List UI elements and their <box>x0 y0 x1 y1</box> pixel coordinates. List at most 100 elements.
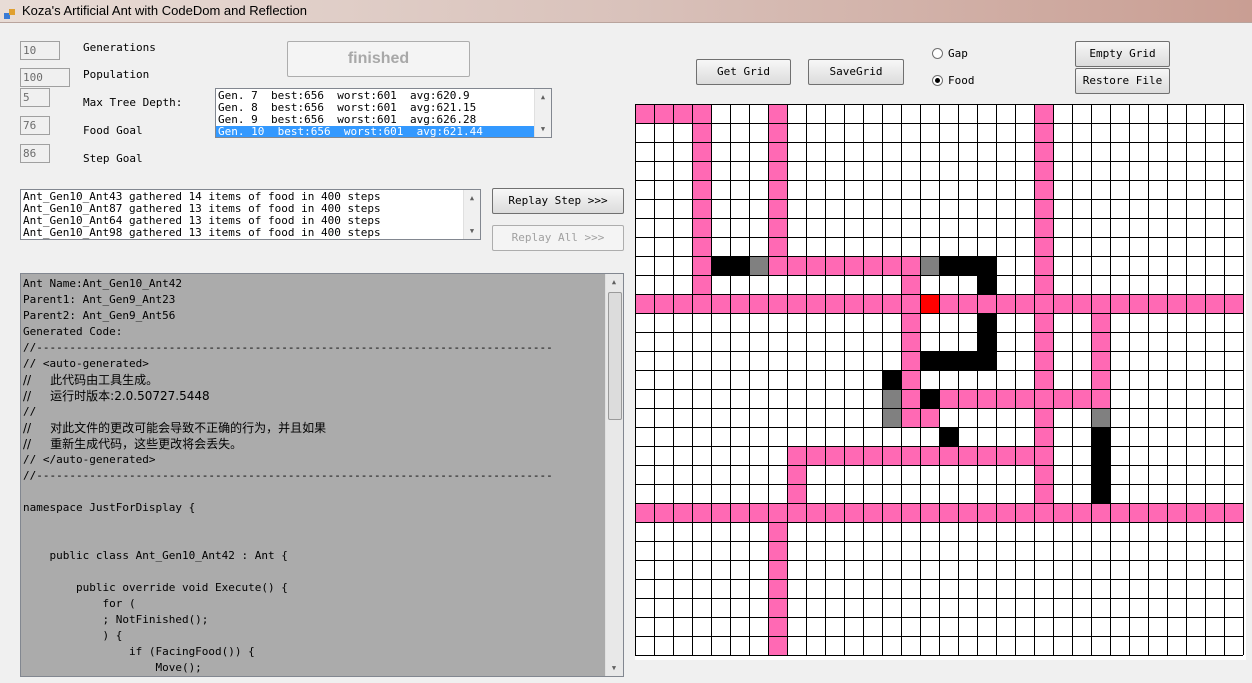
trail-cell <box>768 218 787 237</box>
trail-cell <box>1034 503 1053 522</box>
food-goal-input[interactable]: 76 <box>20 116 50 135</box>
replay-step-button[interactable]: Replay Step >>> <box>492 188 624 214</box>
scroll-thumb[interactable] <box>608 292 622 420</box>
ants-scrollbar[interactable]: ▲ ▼ <box>463 190 480 239</box>
trail-cell <box>958 389 977 408</box>
step-goal-input[interactable]: 86 <box>20 144 50 163</box>
trail-cell <box>673 503 692 522</box>
visited-cell <box>920 256 939 275</box>
food-cell <box>977 332 996 351</box>
trail-cell <box>768 142 787 161</box>
ant-row[interactable]: Ant_Gen10_Ant98 gathered 13 items of foo… <box>21 227 480 239</box>
replay-all-button[interactable]: Replay All >>> <box>492 225 624 251</box>
trail-cell <box>844 294 863 313</box>
scroll-up-icon[interactable]: ▲ <box>535 91 551 103</box>
trail-cell <box>1034 408 1053 427</box>
get-grid-button[interactable]: Get Grid <box>696 59 791 85</box>
scroll-up-icon[interactable]: ▲ <box>464 192 480 204</box>
trail-cell <box>692 237 711 256</box>
gap-radio-label: Gap <box>948 47 968 60</box>
code-view[interactable]: Ant Name:Ant_Gen10_Ant42 Parent1: Ant_Gen… <box>20 273 624 677</box>
trail-cell <box>787 503 806 522</box>
generations-scrollbar[interactable]: ▲ ▼ <box>534 89 551 137</box>
trail-cell <box>749 503 768 522</box>
save-grid-button[interactable]: SaveGrid <box>808 59 904 85</box>
empty-grid-button[interactable]: Empty Grid <box>1075 41 1170 67</box>
trail-cell <box>635 503 654 522</box>
scroll-up-icon[interactable]: ▲ <box>606 276 622 288</box>
food-cell <box>920 351 939 370</box>
code-scrollbar[interactable]: ▲ ▼ <box>605 274 623 676</box>
trail-cell <box>1034 484 1053 503</box>
food-cell <box>939 427 958 446</box>
trail-cell <box>768 123 787 142</box>
visited-cell <box>749 256 768 275</box>
food-cell <box>977 275 996 294</box>
code-line: // <auto-generated> <box>23 357 149 370</box>
scroll-down-icon[interactable]: ▼ <box>464 225 480 237</box>
trail-cell <box>692 104 711 123</box>
ant-grid-canvas <box>635 104 1244 656</box>
trail-cell <box>901 313 920 332</box>
code-line: Parent2: Ant_Gen9_Ant56 <box>23 309 176 322</box>
trail-cell <box>863 503 882 522</box>
food-cell <box>711 256 730 275</box>
trail-cell <box>996 294 1015 313</box>
status-button[interactable]: finished <box>287 41 470 77</box>
trail-cell <box>825 294 844 313</box>
trail-cell <box>1205 294 1224 313</box>
trail-cell <box>1091 294 1110 313</box>
trail-cell <box>882 256 901 275</box>
trail-cell <box>1015 294 1034 313</box>
trail-cell <box>844 503 863 522</box>
trail-cell <box>768 560 787 579</box>
generations-input[interactable]: 10 <box>20 41 60 60</box>
code-line: // 重新生成代码，这些更改将会丢失。 <box>23 437 243 451</box>
ants-list[interactable]: Ant_Gen10_Ant43 gathered 14 items of foo… <box>20 189 481 240</box>
food-cell <box>1091 484 1110 503</box>
trail-cell <box>1129 503 1148 522</box>
population-input[interactable]: 100 <box>20 68 70 87</box>
trail-cell <box>958 503 977 522</box>
trail-cell <box>1167 294 1186 313</box>
trail-cell <box>692 180 711 199</box>
step-goal-label: Step Goal <box>83 152 143 165</box>
code-line: Parent1: Ant_Gen9_Ant23 <box>23 293 176 306</box>
code-line: if (FacingFood()) { <box>23 645 255 658</box>
code-line: public class Ant_Gen10_Ant42 : Ant { <box>23 549 288 562</box>
food-cell <box>977 351 996 370</box>
trail-cell <box>1034 161 1053 180</box>
trail-cell <box>1034 351 1053 370</box>
food-radio-label: Food <box>948 74 975 87</box>
trail-cell <box>901 256 920 275</box>
trail-cell <box>768 598 787 617</box>
ant-cell <box>920 294 939 313</box>
scroll-down-icon[interactable]: ▼ <box>535 123 551 135</box>
restore-file-button[interactable]: Restore File <box>1075 68 1170 94</box>
generations-list[interactable]: Gen. 7 best:656 worst:601 avg:620.9 Gen.… <box>215 88 552 138</box>
trail-cell <box>996 503 1015 522</box>
title-bar[interactable]: Koza's Artificial Ant with CodeDom and R… <box>0 0 1252 23</box>
trail-cell <box>901 446 920 465</box>
trail-cell <box>635 104 654 123</box>
code-line: // 运行时版本:2.0.50727.5448 <box>23 389 210 403</box>
food-cell <box>920 389 939 408</box>
trail-cell <box>939 389 958 408</box>
max-tree-depth-input[interactable]: 5 <box>20 88 50 107</box>
trail-cell <box>825 446 844 465</box>
trail-cell <box>1034 256 1053 275</box>
generation-row-selected[interactable]: Gen. 10 best:656 worst:601 avg:621.44 <box>216 126 535 137</box>
food-cell <box>958 351 977 370</box>
trail-cell <box>977 503 996 522</box>
gap-radio[interactable] <box>932 48 943 59</box>
visited-cell <box>1091 408 1110 427</box>
ant-grid[interactable] <box>635 104 1246 660</box>
trail-cell <box>977 294 996 313</box>
trail-cell <box>692 294 711 313</box>
scroll-down-icon[interactable]: ▼ <box>606 662 622 674</box>
trail-cell <box>768 256 787 275</box>
max-tree-depth-label: Max Tree Depth: <box>83 96 183 109</box>
trail-cell <box>1034 104 1053 123</box>
food-radio[interactable] <box>932 75 943 86</box>
